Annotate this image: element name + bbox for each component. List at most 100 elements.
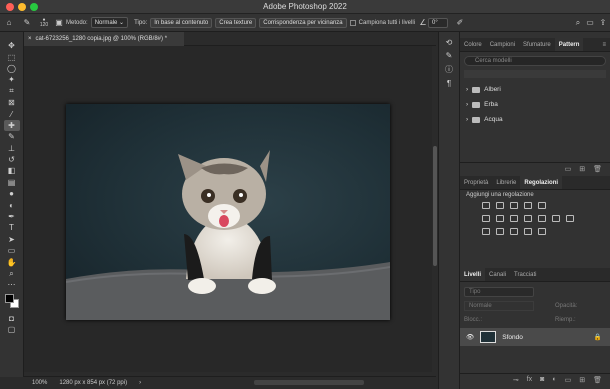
more-tools-icon[interactable]: ⋯	[4, 279, 20, 290]
folder-item[interactable]: › Alberi	[466, 86, 501, 93]
new-group-icon[interactable]: ▭	[565, 165, 572, 173]
path-selection-tool-icon[interactable]: ➤	[4, 234, 20, 245]
posterize-icon[interactable]	[496, 228, 504, 235]
new-pattern-icon[interactable]: ⊞	[579, 165, 585, 173]
tab-paths[interactable]: Tracciati	[510, 268, 540, 281]
document-image[interactable]	[66, 104, 390, 320]
foreground-color-swatch[interactable]	[4, 293, 14, 303]
close-tab-icon[interactable]: ×	[28, 36, 32, 42]
pressure-size-icon[interactable]: ✐	[454, 18, 466, 27]
curves-icon[interactable]	[510, 202, 518, 209]
pattern-search-input[interactable]: Cerca modelli	[464, 56, 606, 66]
folder-item[interactable]: › Erba	[466, 101, 498, 108]
quick-mask-icon[interactable]: ◘	[4, 313, 20, 324]
brush-size-picker[interactable]: ● 120	[36, 17, 52, 28]
tab-layers[interactable]: Livelli	[460, 268, 486, 281]
tab-gradients[interactable]: Sfumature	[519, 38, 555, 51]
link-layers-icon[interactable]: ⊸	[513, 376, 519, 384]
artboard-tool-icon[interactable]: ⬚	[4, 51, 20, 62]
tab-patterns[interactable]: Pattern	[554, 38, 584, 51]
trash-icon[interactable]: 🗑	[593, 165, 602, 173]
brush-settings-icon[interactable]: ▣	[52, 18, 66, 27]
crop-tool-icon[interactable]: ⌗	[4, 86, 20, 97]
pattern-size-slider[interactable]	[464, 70, 606, 78]
gradient-map-icon[interactable]	[538, 202, 546, 209]
lock-controls[interactable]: Blocc.:	[464, 315, 534, 325]
history-brush-tool-icon[interactable]: ↺	[4, 154, 20, 165]
levels-icon[interactable]	[496, 202, 504, 209]
layer-kind-filter[interactable]: Tipo	[464, 287, 534, 297]
add-mask-icon[interactable]: ◙	[540, 376, 544, 383]
dodge-tool-icon[interactable]: ◐	[4, 199, 20, 210]
eyedropper-tool-icon[interactable]: ⁄	[4, 108, 20, 119]
workspace-icon[interactable]: ▭	[584, 18, 596, 27]
tab-channels[interactable]: Canali	[485, 268, 510, 281]
sample-all-layers-checkbox[interactable]	[349, 19, 356, 26]
invert-icon[interactable]	[482, 228, 490, 235]
blur-tool-icon[interactable]: ●	[4, 188, 20, 199]
frame-tool-icon[interactable]: ⊠	[4, 97, 20, 108]
angle-field[interactable]: 0°	[428, 17, 449, 28]
brush-settings-panel-icon[interactable]: ✎	[446, 51, 453, 60]
document-info[interactable]: 1280 px x 854 px (72 ppi)	[59, 380, 127, 386]
trash-icon[interactable]: 🗑	[593, 376, 602, 384]
exposure-icon[interactable]	[524, 202, 532, 209]
brush-tool-icon[interactable]: ✎	[4, 131, 20, 142]
layer-style-icon[interactable]: fx	[527, 376, 532, 383]
tab-adjustments[interactable]: Regolazioni	[520, 176, 563, 189]
rectangle-tool-icon[interactable]: ▭	[4, 245, 20, 256]
quick-selection-tool-icon[interactable]: ✦	[4, 74, 20, 85]
type-proximity-match-button[interactable]: Corrispondenza per vicinanza	[259, 17, 347, 28]
info-icon[interactable]: ⓘ	[445, 64, 453, 75]
zoom-tool-icon[interactable]: ⌕	[4, 268, 20, 279]
color-balance-icon[interactable]	[510, 215, 518, 222]
clone-stamp-tool-icon[interactable]: ⊥	[4, 143, 20, 154]
screen-mode-icon[interactable]: ▢	[4, 324, 20, 335]
vertical-scroll-thumb[interactable]	[433, 146, 437, 266]
new-adjustment-icon[interactable]: ◐	[552, 376, 556, 383]
history-icon[interactable]: ⟲	[446, 38, 453, 47]
color-swatches[interactable]	[4, 293, 20, 309]
hand-tool-icon[interactable]: ✋	[4, 256, 20, 267]
fill-control[interactable]: Riemp.:	[555, 315, 605, 325]
new-layer-icon[interactable]: ⊞	[579, 376, 585, 384]
pen-tool-icon[interactable]: ✒	[4, 211, 20, 222]
eye-icon[interactable]: 👁	[466, 333, 474, 341]
black-white-icon[interactable]	[524, 215, 532, 222]
status-menu-icon[interactable]: ›	[139, 380, 141, 386]
mode-select[interactable]: Normale ⌄	[90, 17, 129, 28]
healing-brush-preset-icon[interactable]: ✎	[18, 18, 36, 27]
folder-item[interactable]: › Acqua	[466, 116, 503, 123]
lasso-tool-icon[interactable]: ◯	[4, 63, 20, 74]
selective-color-icon[interactable]	[524, 228, 532, 235]
gradient-icon[interactable]	[538, 228, 546, 235]
layer-row[interactable]: 👁 Sfondo 🔒	[460, 328, 610, 346]
opacity-control[interactable]: Opacità:	[555, 301, 605, 311]
type-tool-icon[interactable]: T	[4, 222, 20, 233]
vibrance-icon[interactable]	[482, 215, 490, 222]
photo-filter-icon[interactable]	[538, 215, 546, 222]
hue-saturation-icon[interactable]	[496, 215, 504, 222]
move-tool-icon[interactable]: ✥	[4, 40, 20, 51]
new-group-icon[interactable]: ▭	[565, 376, 572, 384]
brightness-contrast-icon[interactable]	[482, 202, 490, 209]
threshold-icon[interactable]	[510, 228, 518, 235]
document-tab[interactable]: × cat-6723256_1280 copia.jpg @ 100% (RGB…	[24, 32, 184, 46]
search-icon[interactable]: ⌕	[572, 18, 584, 28]
blend-mode-select[interactable]: Normale	[464, 301, 534, 311]
zoom-level[interactable]: 100%	[32, 380, 47, 386]
horizontal-scroll-thumb[interactable]	[254, 380, 364, 385]
home-icon[interactable]: ⌂	[0, 18, 18, 27]
healing-brush-tool-icon[interactable]: ✚	[3, 119, 20, 132]
type-content-aware-button[interactable]: In base al contenuto	[150, 17, 213, 28]
canvas-area[interactable]	[24, 46, 432, 372]
gradient-tool-icon[interactable]: ▤	[4, 177, 20, 188]
tab-properties[interactable]: Proprietà	[460, 176, 492, 189]
panel-menu-icon[interactable]: ≡	[598, 38, 610, 51]
paragraph-icon[interactable]: ¶	[447, 79, 451, 88]
share-icon[interactable]: ⇪	[596, 18, 610, 27]
tab-libraries[interactable]: Librerie	[492, 176, 520, 189]
channel-mixer-icon[interactable]	[552, 215, 560, 222]
tab-color[interactable]: Colore	[460, 38, 486, 51]
color-lookup-icon[interactable]	[566, 215, 574, 222]
